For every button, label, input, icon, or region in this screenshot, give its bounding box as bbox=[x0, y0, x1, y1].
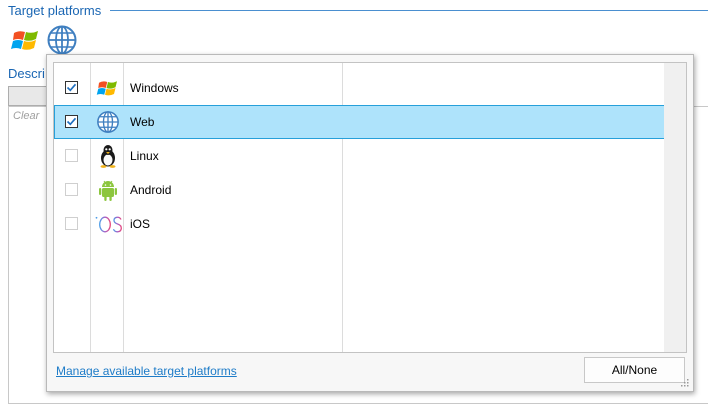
all-none-button[interactable]: All/None bbox=[584, 357, 685, 383]
description-toolbar[interactable] bbox=[8, 86, 50, 106]
platform-label: Linux bbox=[130, 149, 159, 163]
checkbox-ios[interactable] bbox=[65, 217, 78, 230]
platform-label: Web bbox=[130, 115, 155, 129]
target-platforms-dropdown: Windows Web Linux Android iOS Manage ava… bbox=[46, 54, 694, 392]
checkmark-icon bbox=[66, 83, 77, 92]
checkmark-icon bbox=[66, 117, 77, 126]
resize-grip-icon[interactable] bbox=[681, 379, 689, 387]
checkbox-android[interactable] bbox=[65, 183, 78, 196]
target-platforms-label: Target platforms bbox=[8, 3, 106, 18]
platform-label: Windows bbox=[130, 81, 179, 95]
globe-icon bbox=[47, 25, 77, 55]
globe-icon bbox=[97, 111, 119, 133]
ios-icon bbox=[95, 216, 122, 233]
checkbox-web[interactable] bbox=[65, 115, 78, 128]
platform-row-android[interactable]: Android bbox=[54, 173, 668, 207]
vertical-scrollbar[interactable] bbox=[664, 62, 687, 353]
platform-row-windows[interactable]: Windows bbox=[54, 71, 668, 105]
platform-label: iOS bbox=[130, 217, 151, 231]
windows-icon bbox=[11, 31, 38, 50]
android-icon bbox=[99, 180, 117, 201]
description-placeholder: Clear bbox=[13, 110, 40, 122]
platform-row-linux[interactable]: Linux bbox=[54, 139, 668, 173]
selected-platform-icons[interactable] bbox=[10, 24, 78, 56]
group-divider bbox=[110, 10, 708, 11]
checkbox-linux[interactable] bbox=[65, 149, 78, 162]
linux-icon bbox=[100, 145, 116, 168]
checkbox-windows[interactable] bbox=[65, 81, 78, 94]
manage-platforms-link[interactable]: Manage available target platforms bbox=[56, 364, 237, 378]
platform-row-ios[interactable]: iOS bbox=[54, 207, 668, 241]
windows-icon bbox=[96, 81, 117, 96]
platform-label: Android bbox=[130, 183, 172, 197]
platform-row-web[interactable]: Web bbox=[54, 105, 668, 139]
description-label: Descri bbox=[8, 66, 45, 81]
platform-list: Windows Web Linux Android iOS bbox=[53, 62, 668, 353]
